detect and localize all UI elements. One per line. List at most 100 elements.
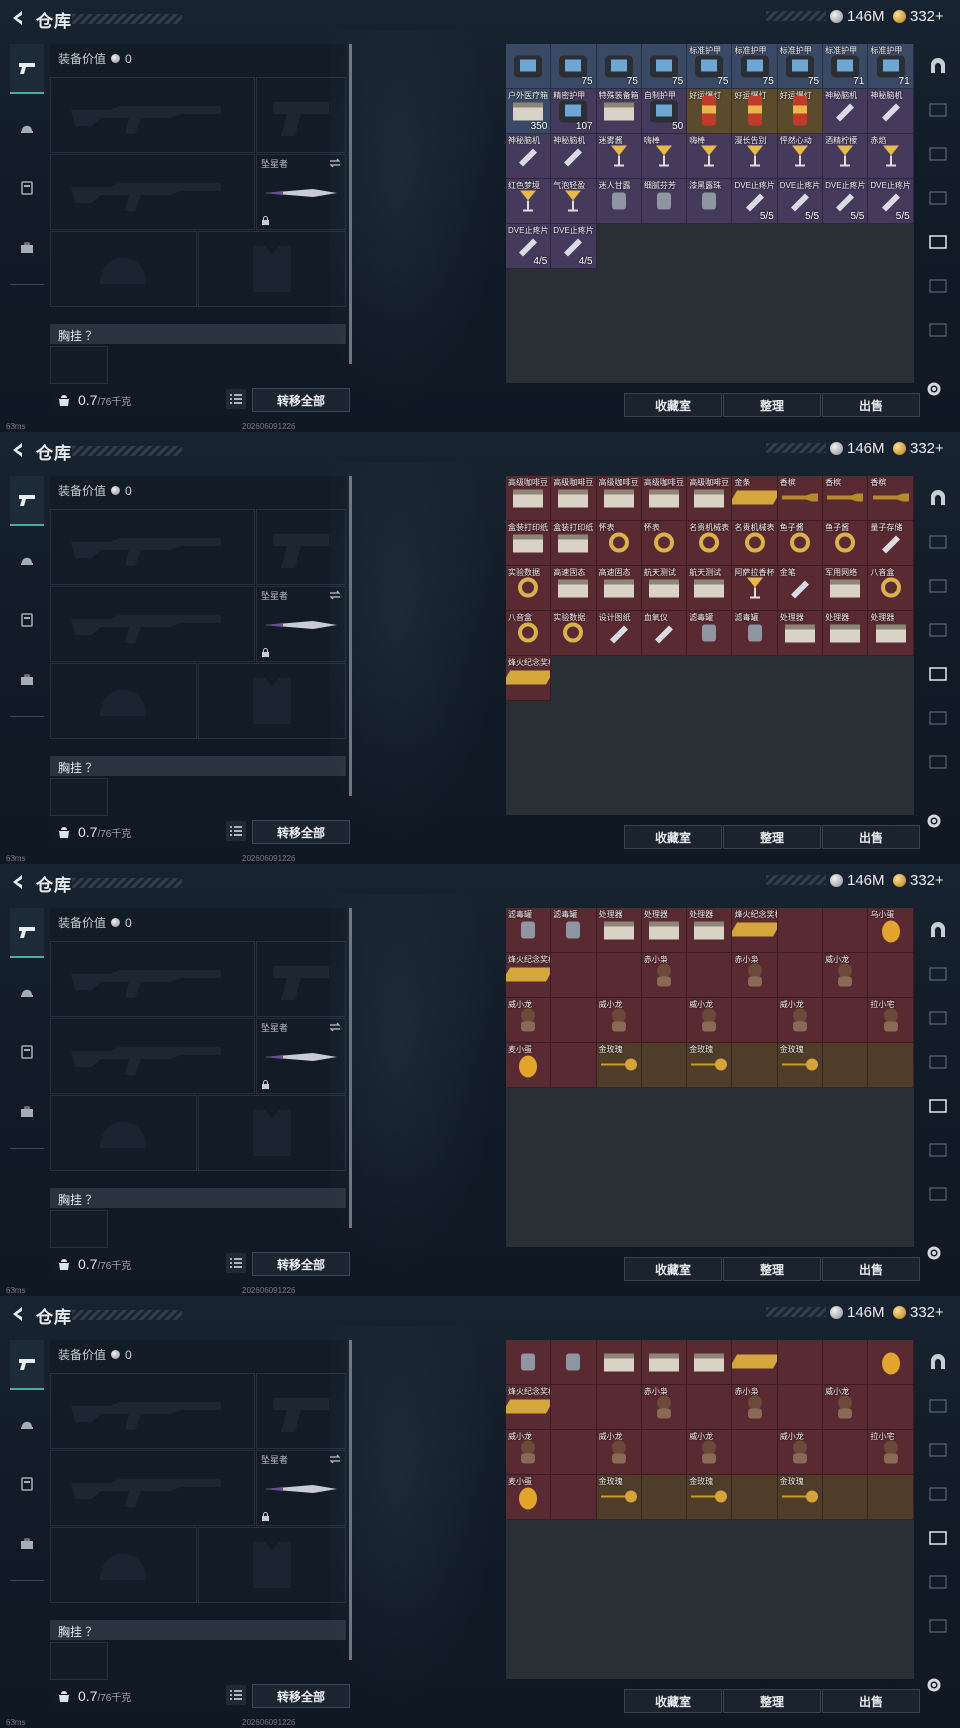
storage-item[interactable]: 神秘脑机 (506, 134, 552, 179)
swap-icon[interactable] (329, 158, 341, 168)
storage-item[interactable]: 拉小宅 (868, 998, 914, 1043)
storage-item[interactable]: 金玫瑰 (687, 1043, 733, 1088)
storage-item[interactable]: DVE止疼片 5/5 (868, 179, 914, 224)
storage-tab-1[interactable] (922, 958, 954, 990)
storage-item[interactable]: 拉小宅 (868, 1430, 914, 1475)
helmet-slot[interactable] (50, 231, 197, 307)
helmet-slot[interactable] (50, 1095, 197, 1171)
storage-item[interactable]: 滤毒罐 (506, 908, 552, 953)
storage-tab-6[interactable] (922, 746, 954, 778)
storage-item[interactable]: 威小龙 (777, 1430, 824, 1475)
storage-item[interactable] (596, 1385, 642, 1430)
transfer-all-button[interactable]: 转移全部 (252, 1684, 350, 1708)
storage-item[interactable]: 高速固态 (596, 566, 642, 611)
storage-tab-4[interactable] (922, 1522, 954, 1554)
storage-tab-6[interactable] (922, 1610, 954, 1642)
storage-item[interactable]: 威小龙 (823, 1385, 869, 1430)
gold-currency[interactable]: 332+ (893, 8, 944, 25)
helmet-slot[interactable] (50, 663, 197, 739)
storage-item[interactable]: 鱼子酱 (823, 521, 869, 566)
storage-item[interactable]: 漫长告别 (732, 134, 778, 179)
nav-vest[interactable] (10, 164, 44, 212)
storage-item[interactable]: DVE止疼片 5/5 (777, 179, 824, 224)
gear-icon[interactable] (925, 812, 943, 830)
storage-item[interactable]: 高级咖啡豆 (641, 476, 688, 521)
storage-item[interactable]: 赤小枭 (641, 953, 688, 998)
gold-currency[interactable]: 332+ (893, 872, 944, 889)
storage-item[interactable]: DVE止疼片 5/5 (823, 179, 869, 224)
chest-rig-header[interactable]: 胸挂 ？ (50, 756, 346, 776)
storage-item[interactable]: 处理器 (687, 908, 733, 953)
chest-rig-header[interactable]: 胸挂 ？ (50, 324, 346, 344)
storage-item[interactable]: 香槟 (823, 476, 869, 521)
equipment-scrollbar[interactable] (349, 44, 352, 364)
storage-item[interactable]: 高速固态 (551, 566, 597, 611)
collection-room-button[interactable]: 收藏室 (624, 825, 722, 849)
armor-slot[interactable] (198, 1095, 346, 1171)
storage-item[interactable]: 威小龙 (823, 953, 869, 998)
storage-tab-all[interactable] (922, 1346, 954, 1378)
storage-item[interactable]: 麦小蛋 (506, 1475, 552, 1520)
storage-item[interactable]: 好运爆灯 (777, 89, 824, 134)
storage-item[interactable]: 威小龙 (596, 998, 642, 1043)
storage-item[interactable]: 75 (551, 44, 597, 89)
storage-tab-2[interactable] (922, 1434, 954, 1466)
storage-item[interactable]: 标准护甲 75 (687, 44, 733, 89)
swap-icon[interactable] (329, 590, 341, 600)
storage-item[interactable]: 金玫瑰 (777, 1043, 824, 1088)
back-arrow-icon[interactable] (10, 874, 26, 890)
storage-item[interactable] (868, 953, 914, 998)
storage-item[interactable]: 神秘脑机 (551, 134, 597, 179)
storage-item[interactable] (641, 1043, 688, 1088)
storage-item[interactable] (551, 998, 597, 1043)
storage-item[interactable]: 嗨棒 (687, 134, 733, 179)
storage-item[interactable]: 金玫瑰 (687, 1475, 733, 1520)
nav-helmet[interactable] (10, 104, 44, 152)
storage-item[interactable]: 金玫瑰 (596, 1043, 642, 1088)
nav-weapon[interactable] (10, 1340, 44, 1390)
storage-tab-1[interactable] (922, 526, 954, 558)
storage-item[interactable] (641, 998, 688, 1043)
storage-item[interactable] (551, 953, 597, 998)
nav-bag[interactable] (10, 1088, 44, 1136)
primary-weapon-slot[interactable] (50, 509, 255, 585)
storage-item[interactable]: 标准护甲 75 (777, 44, 824, 89)
storage-item[interactable]: 血氧仪 (641, 611, 688, 656)
storage-item[interactable] (823, 908, 869, 953)
storage-item[interactable]: 实验数据 (551, 611, 597, 656)
storage-item[interactable]: 高级咖啡豆 (551, 476, 597, 521)
storage-item[interactable]: 麦小蛋 (506, 1043, 552, 1088)
storage-item[interactable] (823, 1043, 869, 1088)
storage-item[interactable]: 高级咖啡豆 (687, 476, 733, 521)
melee-slot[interactable]: 坠星者 (256, 1018, 346, 1094)
gold-currency[interactable]: 332+ (893, 1304, 944, 1321)
storage-item[interactable]: 高级咖啡豆 (506, 476, 552, 521)
storage-tab-1[interactable] (922, 1390, 954, 1422)
organize-button[interactable]: 整理 (723, 393, 821, 417)
storage-item[interactable]: 处理器 (868, 611, 914, 656)
storage-item[interactable] (823, 998, 869, 1043)
secondary-weapon-slot[interactable] (256, 509, 346, 585)
storage-item[interactable]: 赤焰 (868, 134, 914, 179)
nav-bag[interactable] (10, 224, 44, 272)
secondary-weapon-slot[interactable] (256, 1373, 346, 1449)
storage-tab-4[interactable] (922, 226, 954, 258)
storage-item[interactable]: 军用网络 (823, 566, 869, 611)
swap-icon[interactable] (329, 1022, 341, 1032)
storage-item[interactable] (506, 44, 552, 89)
storage-item[interactable]: 精密护甲 107 (551, 89, 597, 134)
storage-item[interactable]: 处理器 (641, 908, 688, 953)
storage-item[interactable]: 八音盒 (506, 611, 552, 656)
storage-item[interactable]: 气泡轻盈 (551, 179, 597, 224)
storage-item[interactable]: DVE止疼片 4/5 (551, 224, 597, 269)
gold-currency[interactable]: 332+ (893, 440, 944, 457)
storage-item[interactable]: 香槟 (777, 476, 824, 521)
storage-tab-2[interactable] (922, 138, 954, 170)
storage-item[interactable]: 乌小蛋 (868, 908, 914, 953)
storage-tab-all[interactable] (922, 482, 954, 514)
storage-item[interactable] (868, 1385, 914, 1430)
collection-room-button[interactable]: 收藏室 (624, 393, 722, 417)
storage-item[interactable] (732, 1043, 778, 1088)
primary-weapon-slot[interactable] (50, 77, 255, 153)
storage-item[interactable] (551, 1430, 597, 1475)
